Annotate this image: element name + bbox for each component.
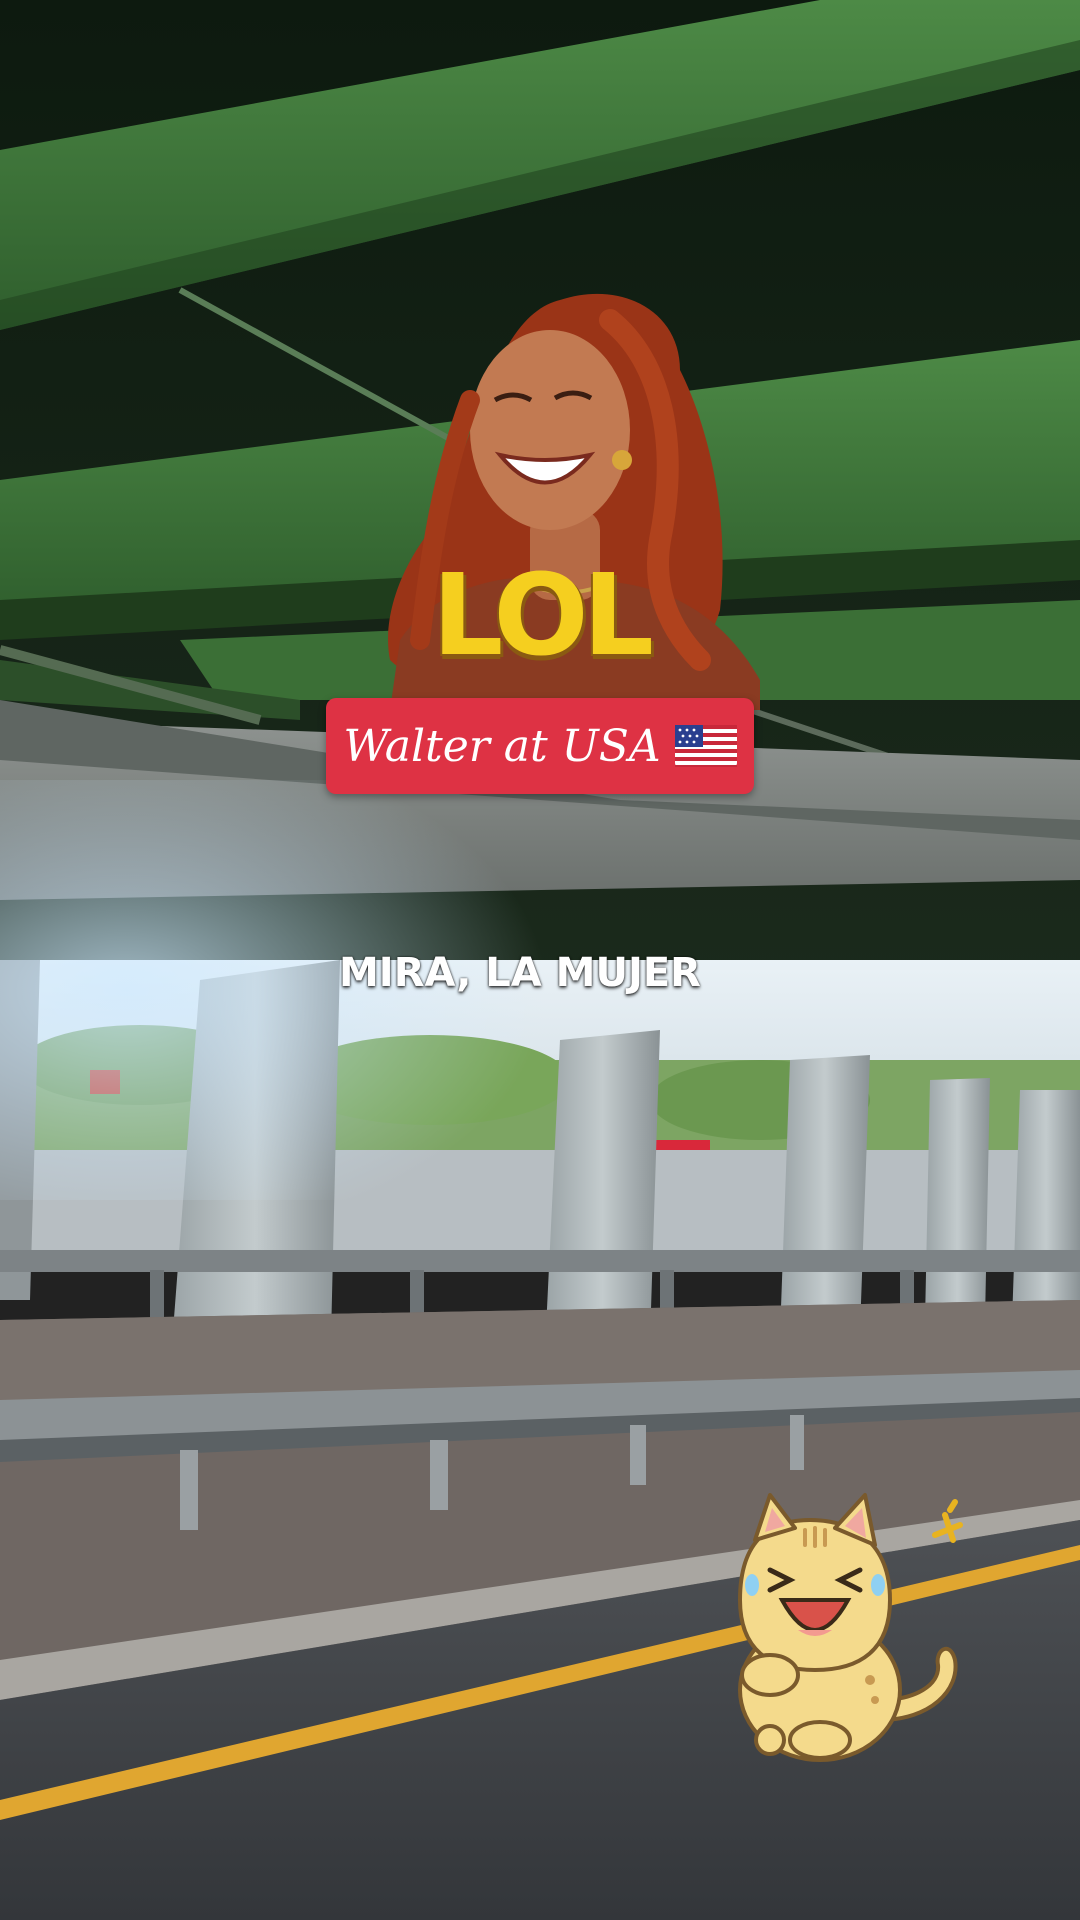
lol-caption: LOL <box>432 551 654 681</box>
subtitle-caption: MIRA, LA MUJER <box>339 950 701 996</box>
title-banner: Walter at USA <box>326 698 754 794</box>
video-frame: LOL Walter at USA MIRA, LA MUJER <box>0 0 1080 1920</box>
us-flag-icon <box>674 725 737 767</box>
laughing-cat-sticker <box>737 1493 963 1762</box>
title-banner-text: Walter at USA <box>343 720 661 772</box>
